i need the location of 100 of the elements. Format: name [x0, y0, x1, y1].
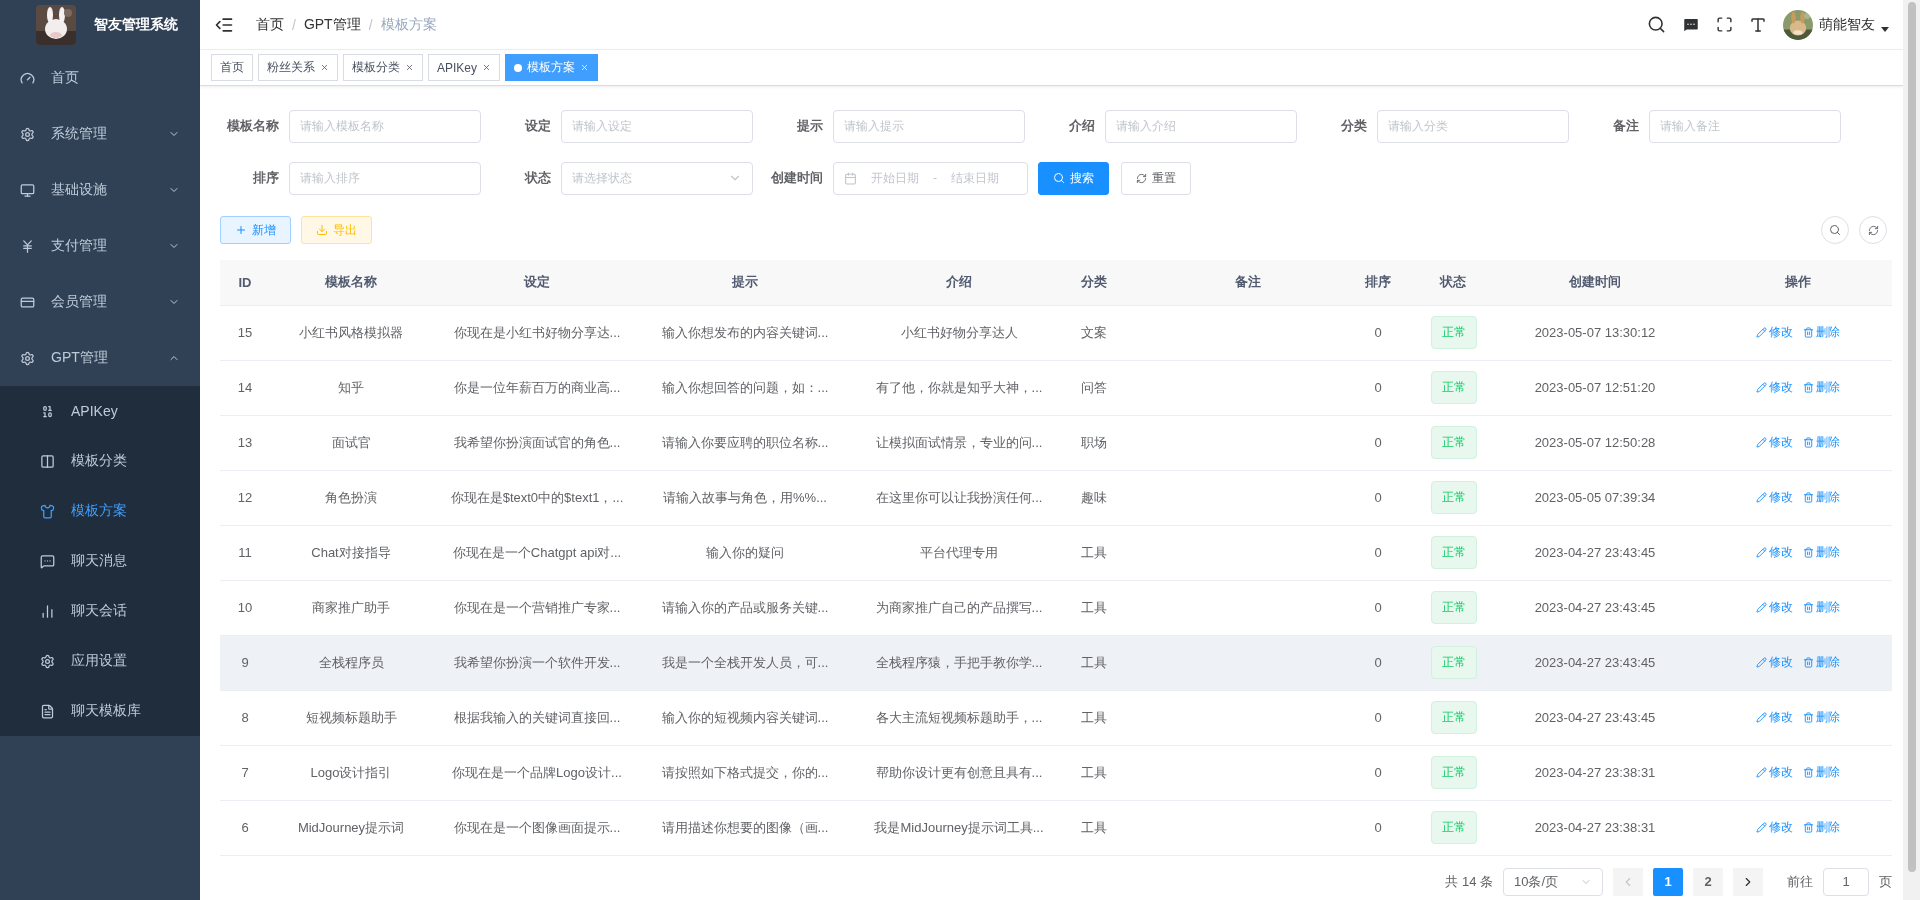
- input-field[interactable]: 请输入分类: [1377, 109, 1569, 143]
- table-cell: 工具: [1070, 690, 1160, 745]
- input-field[interactable]: 请输入设定: [561, 109, 753, 143]
- edit-link[interactable]: 修改: [1756, 764, 1793, 781]
- date-range-field[interactable]: 开始日期 - 结束日期: [833, 161, 1028, 195]
- table-cell: 2023-04-27 23:38:31: [1486, 800, 1704, 855]
- edit-link[interactable]: 修改: [1756, 599, 1793, 616]
- trash-icon: [1803, 547, 1814, 558]
- table-cell: 小红书风格模拟器: [270, 305, 432, 360]
- edit-link[interactable]: 修改: [1756, 819, 1793, 836]
- delete-link[interactable]: 删除: [1803, 434, 1840, 451]
- edit-link[interactable]: 修改: [1756, 489, 1793, 506]
- edit-link[interactable]: 修改: [1756, 544, 1793, 561]
- close-icon[interactable]: [405, 63, 414, 72]
- delete-link[interactable]: 删除: [1803, 489, 1840, 506]
- edit-link[interactable]: 修改: [1756, 324, 1793, 341]
- submenu-item[interactable]: 应用设置: [0, 636, 200, 686]
- table-cell: 0: [1336, 305, 1420, 360]
- input-field[interactable]: 请输入排序: [289, 161, 481, 195]
- table-cell: 0: [1336, 690, 1420, 745]
- tab[interactable]: 模板分类: [343, 54, 423, 81]
- table-cell: 文案: [1070, 305, 1160, 360]
- search-icon[interactable]: [1647, 15, 1666, 34]
- gear-icon: [20, 126, 35, 142]
- refresh-icon: [1136, 172, 1147, 184]
- table-cell: 知乎: [270, 360, 432, 415]
- delete-link[interactable]: 删除: [1803, 654, 1840, 671]
- close-icon[interactable]: [482, 63, 492, 72]
- delete-link[interactable]: 删除: [1803, 599, 1840, 616]
- table-cell: 0: [1336, 745, 1420, 800]
- select-field[interactable]: 请选择状态: [561, 161, 753, 195]
- delete-link[interactable]: 删除: [1803, 544, 1840, 561]
- submenu-item[interactable]: 模板分类: [0, 436, 200, 486]
- delete-link[interactable]: 删除: [1803, 709, 1840, 726]
- table-cell: 你现在是一个品牌Logo设计...: [432, 745, 642, 800]
- close-icon[interactable]: [580, 63, 590, 72]
- submenu-item[interactable]: APIKey: [0, 386, 200, 436]
- table-cell: 工具: [1070, 745, 1160, 800]
- edit-link[interactable]: 修改: [1756, 379, 1793, 396]
- table-cell: 工具: [1070, 800, 1160, 855]
- tab[interactable]: 粉丝关系: [258, 54, 338, 81]
- edit-link[interactable]: 修改: [1756, 709, 1793, 726]
- tab[interactable]: 首页: [211, 54, 253, 81]
- status-tag: 正常: [1431, 536, 1477, 569]
- chat-bubble-icon: [40, 553, 55, 569]
- yen-icon: [20, 238, 35, 254]
- download-icon: [316, 224, 328, 236]
- close-icon[interactable]: [320, 63, 329, 72]
- delete-link[interactable]: 删除: [1803, 379, 1840, 396]
- delete-link[interactable]: 删除: [1803, 819, 1840, 836]
- fullscreen-icon[interactable]: [1716, 16, 1733, 33]
- input-field[interactable]: 请输入介绍: [1105, 109, 1297, 143]
- trash-icon: [1803, 327, 1814, 338]
- column-header: 状态: [1420, 260, 1486, 305]
- tab[interactable]: APIKey: [428, 54, 501, 81]
- search-button[interactable]: 搜索: [1038, 161, 1109, 195]
- pencil-icon: [1756, 822, 1767, 833]
- search-toggle-button[interactable]: [1821, 216, 1849, 244]
- pencil-icon: [1756, 327, 1767, 338]
- pencil-icon: [1756, 767, 1767, 778]
- edit-link[interactable]: 修改: [1756, 434, 1793, 451]
- trash-icon: [1803, 602, 1814, 613]
- edit-link[interactable]: 修改: [1756, 654, 1793, 671]
- status-tag: 正常: [1431, 316, 1477, 349]
- user-name[interactable]: 萌能智友: [1819, 15, 1875, 34]
- pencil-icon: [1756, 602, 1767, 613]
- add-button[interactable]: 新增: [220, 216, 291, 244]
- input-field[interactable]: 请输入模板名称: [289, 109, 481, 143]
- table-cell: 6: [220, 800, 270, 855]
- page-button[interactable]: 1: [1653, 867, 1683, 896]
- page-size-select[interactable]: 10条/页: [1503, 867, 1603, 896]
- delete-link[interactable]: 删除: [1803, 324, 1840, 341]
- trash-icon: [1803, 657, 1814, 668]
- table-cell: 让模拟面试情景，专业的问...: [848, 415, 1070, 470]
- page-input[interactable]: 1: [1823, 867, 1869, 896]
- tab[interactable]: 模板方案: [505, 54, 599, 81]
- table-cell: 趣味: [1070, 470, 1160, 525]
- scrollbar[interactable]: [1903, 0, 1920, 900]
- text-size-icon[interactable]: [1749, 15, 1767, 34]
- submenu-item[interactable]: 聊天消息: [0, 536, 200, 586]
- submenu-item[interactable]: 模板方案: [0, 486, 200, 536]
- goto-suffix: 页: [1879, 872, 1892, 891]
- delete-link[interactable]: 删除: [1803, 764, 1840, 781]
- input-field[interactable]: 请输入备注: [1649, 109, 1841, 143]
- breadcrumb-link[interactable]: GPT管理: [303, 15, 361, 34]
- input-field[interactable]: 请输入提示: [833, 109, 1025, 143]
- breadcrumb-link[interactable]: 首页: [256, 15, 284, 34]
- refresh-button[interactable]: [1859, 216, 1887, 244]
- plus-icon: [235, 224, 247, 236]
- caret-icon[interactable]: [1881, 26, 1889, 33]
- submenu-item[interactable]: 聊天会话: [0, 586, 200, 636]
- table-cell: 7: [220, 745, 270, 800]
- table-cell: 工具: [1070, 635, 1160, 690]
- table-cell: 你现在是一个Chatgpt api对...: [432, 525, 642, 580]
- reset-button[interactable]: 重置: [1121, 161, 1191, 195]
- column-header: ID: [220, 260, 270, 305]
- page-button[interactable]: 2: [1693, 867, 1723, 896]
- status-tag: 正常: [1431, 811, 1477, 844]
- breadcrumb-link[interactable]: 模板方案: [380, 15, 437, 34]
- submenu-item[interactable]: 聊天模板库: [0, 686, 200, 736]
